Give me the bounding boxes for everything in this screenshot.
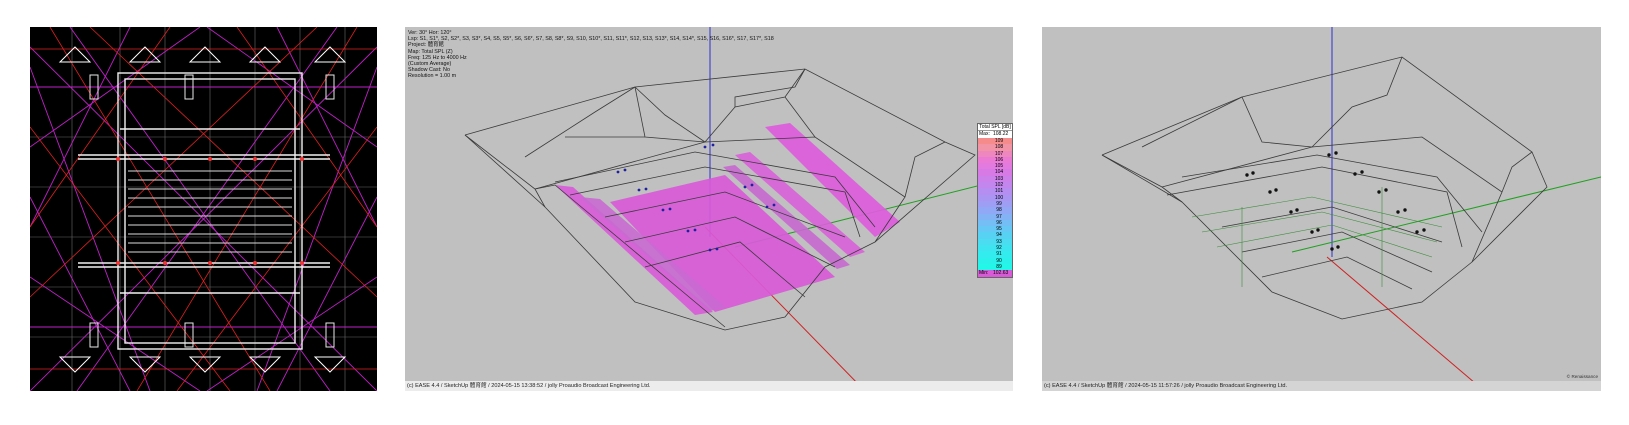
legend-title: Total SPL [dB] — [978, 124, 1012, 131]
legend-scale: 109 108 107 106 105 104 103 102 101 100 99 98 97 96 95… — [978, 138, 1012, 271]
legend-max-row: Max: 108.22 — [978, 131, 1012, 138]
view-info-text: Ver: 30° Hor: 120° Lsp: S1, S1*, S2, S2*… — [408, 30, 774, 80]
copyright-mark: © Renaissance — [1566, 374, 1598, 379]
plan-view-panel — [30, 27, 377, 391]
legend-min-row: Min: 102.63 — [978, 270, 1012, 278]
legend-max-label: Max: — [979, 131, 990, 137]
legend-min-value: 102.63 — [993, 270, 1009, 277]
legend-max-value: 108.22 — [993, 131, 1009, 137]
spl-color-legend: Total SPL [dB] Max: 108.22 109 108 107 106 1… — [977, 123, 1013, 279]
plan-view-drawing — [30, 27, 377, 391]
legend-min-label: Min: — [979, 270, 989, 277]
wireframe-3d-view — [1101, 27, 1601, 390]
spl-map-3d-view — [464, 27, 1013, 390]
spl-map-panel: Ver: 30° Hor: 120° Lsp: S1, S1*, S2, S2*… — [405, 27, 1013, 391]
wireframe-view-panel: © Renaissance (c) EASE 4.4 / SketchUp 體育… — [1042, 27, 1601, 391]
info-resolution: Resolution = 1.00 m — [408, 73, 457, 80]
venue-wireframe — [1101, 56, 1548, 320]
info-loudspeakers: Lsp: S1, S1*, S2, S2*, S3, S3*, S4, S5, … — [408, 36, 774, 43]
x-axis — [1326, 256, 1483, 390]
status-footer: (c) EASE 4.4 / SketchUp 體育館 / 2024-05-15… — [1042, 381, 1601, 391]
status-footer: (c) EASE 4.4 / SketchUp 體育館 / 2024-05-15… — [405, 381, 1013, 391]
